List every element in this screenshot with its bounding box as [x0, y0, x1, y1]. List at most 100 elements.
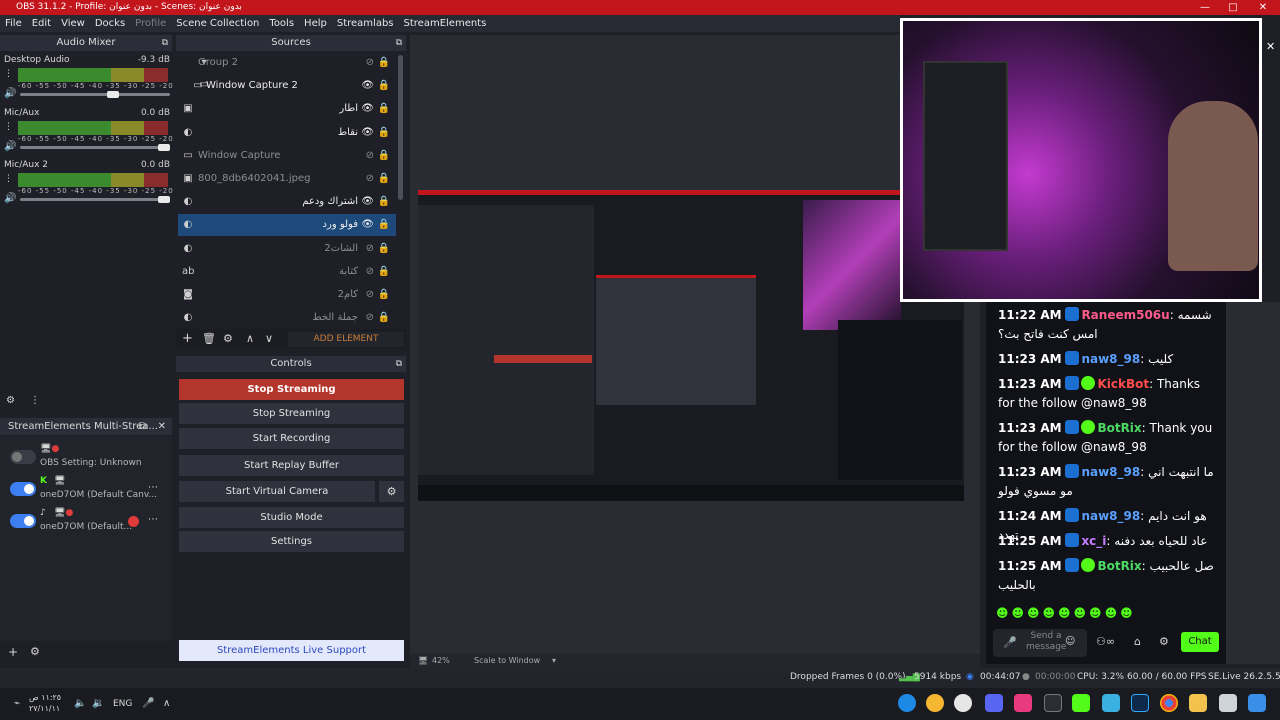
streamelements-live-support-button[interactable]: StreamElements Live Support — [179, 640, 404, 661]
add-element-button[interactable]: ADD ELEMENT — [288, 332, 404, 347]
message-user[interactable]: BotRix — [1097, 559, 1141, 573]
menu-docks[interactable]: Docks — [90, 18, 130, 29]
add-icon[interactable]: + — [8, 645, 18, 659]
emoji-icon[interactable]: ☺ — [1065, 636, 1075, 647]
menu-tools[interactable]: Tools — [264, 18, 299, 29]
scale-mode[interactable]: Scale to Window — [474, 654, 540, 668]
menu-file[interactable]: File — [0, 18, 27, 29]
source-row[interactable]: ◐ فولو ورد 👁 🔒 — [178, 214, 396, 237]
eye-icon[interactable]: 👁 — [361, 122, 374, 144]
close-icon[interactable]: ✕ — [158, 418, 166, 435]
tiktok-studio-icon[interactable] — [1014, 694, 1032, 712]
more-icon[interactable]: ⋮ — [30, 395, 40, 406]
folder-icon[interactable] — [1189, 694, 1207, 712]
dock-float-icon[interactable]: ⧉ — [139, 418, 146, 435]
lock-icon[interactable]: 🔒 — [378, 75, 390, 97]
gift-icon[interactable]: ⌂ — [1134, 635, 1141, 648]
sources-scrollbar[interactable] — [398, 55, 403, 200]
menu-streamlabs[interactable]: Streamlabs — [332, 18, 399, 29]
eye-hidden-icon[interactable]: ⊘ — [366, 168, 374, 190]
chevron-down-icon[interactable]: ▾ — [552, 654, 556, 668]
trash-icon[interactable]: 🗑 — [202, 332, 216, 345]
message-user[interactable]: KickBot — [1097, 377, 1149, 391]
app-icon[interactable] — [1044, 694, 1062, 712]
dock-float-icon[interactable]: ⧉ — [162, 35, 168, 51]
output-toggle[interactable] — [10, 514, 36, 528]
source-row[interactable]: ◐ نقاط 👁 🔒 — [178, 122, 396, 144]
discord-icon[interactable] — [985, 694, 1003, 712]
more-icon[interactable]: ⋯ — [148, 514, 158, 525]
gear-icon[interactable]: ⚙ — [223, 332, 233, 345]
more-icon[interactable]: ⋮ — [4, 122, 13, 132]
source-row[interactable]: ▣ 800_8db6402041.jpeg ⊘ 🔒 — [178, 168, 396, 190]
volume-slider-knob[interactable] — [158, 144, 170, 151]
taskbar-clock[interactable]: ١١:٢٥ ص ٢٧/١١/١١ — [29, 692, 61, 714]
eye-icon[interactable]: 👁 — [361, 191, 374, 213]
start-virtual-camera-button[interactable]: Start Virtual Camera — [179, 481, 375, 502]
menu-edit[interactable]: Edit — [27, 18, 56, 29]
eye-hidden-icon[interactable]: ⊘ — [366, 284, 374, 306]
users-icon[interactable]: ⚇∞ — [1096, 635, 1115, 648]
virtual-camera-settings-icon[interactable]: ⚙ — [379, 481, 404, 502]
speaker-icon[interactable]: 🔉 — [92, 698, 104, 709]
volume-slider[interactable] — [20, 198, 170, 201]
language-indicator[interactable]: ENG — [113, 699, 132, 709]
stop-streaming-button[interactable]: Stop Streaming — [179, 403, 404, 424]
message-user[interactable]: Raneem506u — [1081, 308, 1169, 322]
edge-icon[interactable] — [898, 694, 916, 712]
lock-icon[interactable]: 🔒 — [378, 52, 390, 74]
source-row[interactable]: ▭ Window Capture 2 👁 🔒 — [178, 75, 396, 97]
add-icon[interactable]: + — [182, 331, 193, 346]
volume-slider-knob[interactable] — [107, 91, 119, 98]
volume-icon[interactable]: 🔈 — [74, 698, 86, 709]
lock-icon[interactable]: 🔒 — [378, 284, 390, 306]
microphone-icon[interactable]: 🎤 — [142, 698, 154, 709]
menu-streamelements[interactable]: StreamElements — [399, 18, 492, 29]
emoji-app-icon[interactable] — [926, 694, 944, 712]
maximize-button[interactable]: □ — [1218, 0, 1248, 15]
chat-input[interactable]: 🎤 Send a message ☺ — [993, 629, 1087, 657]
settings-button[interactable]: Settings — [179, 531, 404, 552]
message-user[interactable]: naw8_98 — [1081, 509, 1140, 523]
eye-hidden-icon[interactable]: ⊘ — [366, 238, 374, 260]
lock-icon[interactable]: 🔒 — [378, 307, 390, 329]
menu-profile[interactable]: Profile — [130, 18, 171, 29]
speaker-icon[interactable]: 🔊 — [4, 88, 16, 99]
source-row[interactable]: ◐ جملة الخط ⊘ 🔒 — [178, 307, 396, 329]
eye-icon[interactable]: 👁 — [361, 98, 374, 120]
output-toggle[interactable] — [10, 482, 36, 496]
more-icon[interactable]: ⋮ — [4, 69, 13, 79]
speaker-icon[interactable]: 🔊 — [4, 193, 16, 204]
more-icon[interactable]: ⋮ — [4, 174, 13, 184]
preview-canvas[interactable] — [418, 190, 964, 501]
chat-send-button[interactable]: Chat — [1181, 632, 1219, 652]
source-row[interactable]: ▾ ▭ Group 2 ⊘ 🔒 — [178, 52, 396, 90]
lock-icon[interactable]: 🔒 — [378, 238, 390, 260]
chrome-icon[interactable] — [1160, 694, 1178, 712]
gear-icon[interactable]: ⚙ — [30, 645, 40, 658]
volume-slider[interactable] — [20, 93, 170, 96]
minimize-button[interactable]: — — [1190, 0, 1220, 15]
move-up-icon[interactable]: ∧ — [246, 332, 254, 345]
emote-row[interactable]: ☻☻☻☻☻☻☻☻☻ — [996, 606, 1206, 622]
dock-float-icon[interactable]: ⧉ — [396, 356, 402, 372]
lock-icon[interactable]: 🔒 — [378, 214, 390, 236]
message-user[interactable]: xc_i — [1081, 534, 1106, 548]
source-row[interactable]: ◙ كام2 ⊘ 🔒 — [178, 284, 396, 306]
kick-icon[interactable] — [1072, 694, 1090, 712]
menu-scene-collection[interactable]: Scene Collection — [171, 18, 264, 29]
source-row[interactable]: ▣ اطار 👁 🔒 — [178, 98, 396, 120]
more-icon[interactable]: ⋯ — [148, 482, 158, 493]
lock-icon[interactable]: 🔒 — [378, 145, 390, 167]
eye-hidden-icon[interactable]: ⊘ — [366, 145, 374, 167]
wifi-icon[interactable]: ⌁ — [14, 698, 20, 709]
start-replay-buffer-button[interactable]: Start Replay Buffer — [179, 455, 404, 476]
start-recording-button[interactable]: Start Recording — [179, 428, 404, 449]
message-user[interactable]: naw8_98 — [1081, 352, 1140, 366]
output-toggle[interactable] — [10, 450, 36, 464]
volume-slider-knob[interactable] — [158, 196, 170, 203]
lock-icon[interactable]: 🔒 — [378, 191, 390, 213]
close-button[interactable]: ✕ — [1248, 0, 1278, 15]
microphone-icon[interactable]: 🎤 — [1003, 636, 1017, 649]
start-menu-icon[interactable] — [1248, 694, 1266, 712]
